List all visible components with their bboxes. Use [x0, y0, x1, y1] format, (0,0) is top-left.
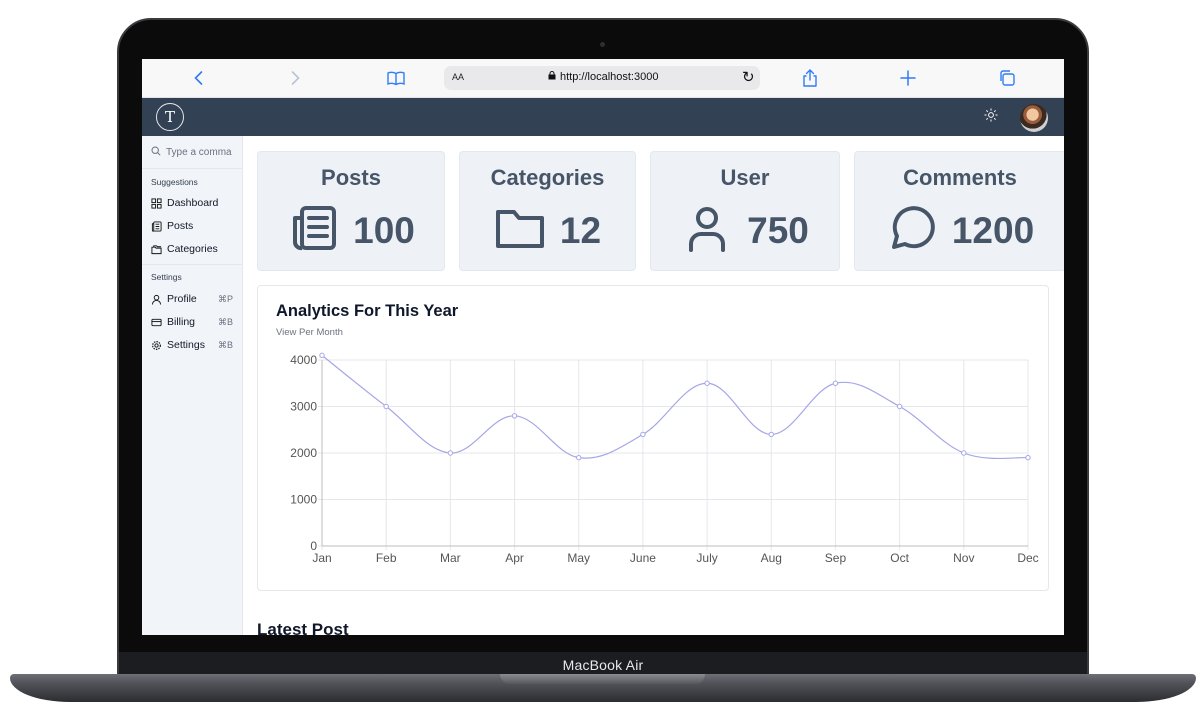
latest-post-heading: Latest Post — [257, 620, 349, 635]
x-tick-label: Feb — [376, 551, 397, 565]
stat-card-posts[interactable]: Posts 100 — [257, 151, 445, 271]
sidebar-item-billing[interactable]: Billing ⌘B — [151, 314, 239, 330]
command-search[interactable]: Type a comma — [142, 136, 242, 169]
views-line-chart: 01000200030004000Jan Feb Mar Apr May June July… — [290, 352, 1039, 565]
data-point — [896, 403, 903, 410]
url-display: http://localhost:3000 — [548, 71, 658, 83]
credit-card-icon — [151, 317, 162, 328]
stat-value: 100 — [353, 209, 415, 251]
book-icon[interactable] — [385, 67, 407, 89]
settings-heading: Settings — [151, 272, 182, 282]
user-icon — [151, 294, 162, 305]
shortcut-hint: ⌘B — [217, 339, 233, 350]
device-frame: AA http://localhost:3000 ↻ T Type a comm… — [0, 0, 1202, 705]
x-tick-label: Jan — [312, 551, 331, 565]
stat-card-user[interactable]: User 750 — [650, 151, 840, 271]
y-tick-label: 3000 — [290, 400, 317, 414]
data-point — [319, 352, 325, 359]
user-icon — [681, 202, 733, 259]
sidebar-item-profile[interactable]: Profile ⌘P — [151, 291, 239, 307]
app-logo[interactable]: T — [156, 103, 184, 131]
data-point — [768, 431, 774, 438]
sidebar-divider — [142, 264, 242, 265]
x-tick-label: Oct — [890, 551, 909, 565]
back-icon[interactable] — [188, 67, 210, 89]
sidebar-item-dashboard[interactable]: Dashboard — [151, 195, 239, 211]
data-point — [447, 450, 454, 456]
reload-icon[interactable]: ↻ — [742, 68, 755, 86]
sidebar-item-categories[interactable]: Categories — [151, 241, 239, 257]
y-tick-label: 2000 — [290, 446, 317, 460]
forward-icon[interactable] — [284, 67, 306, 89]
sidebar-item-label: Billing — [167, 316, 196, 328]
search-icon — [151, 145, 161, 159]
stat-value: 1200 — [951, 209, 1035, 251]
y-tick-label: 1000 — [290, 493, 317, 507]
screen: AA http://localhost:3000 ↻ T Type a comm… — [142, 59, 1064, 635]
url-bar[interactable]: AA http://localhost:3000 ↻ — [444, 66, 760, 90]
data-point — [576, 454, 582, 461]
reader-aa-button[interactable]: AA — [452, 72, 464, 82]
sidebar-item-label: Settings — [167, 339, 205, 351]
data-point — [1025, 454, 1031, 461]
x-tick-label: July — [696, 551, 717, 565]
sidebar-item-label: Posts — [167, 220, 194, 232]
url-text: http://localhost:3000 — [560, 71, 659, 83]
share-icon[interactable] — [799, 67, 821, 89]
x-tick-label: Dec — [1017, 551, 1038, 565]
stat-value: 750 — [747, 209, 809, 251]
data-point — [511, 413, 518, 419]
x-tick-label: May — [567, 551, 590, 565]
y-tick-label: 4000 — [290, 353, 317, 367]
gear-icon — [151, 340, 162, 351]
x-tick-label: Nov — [953, 551, 974, 565]
user-avatar[interactable] — [1020, 104, 1048, 132]
device-label: MacBook Air — [562, 657, 644, 673]
stat-title: Comments — [903, 165, 1017, 190]
suggestions-heading: Suggestions — [151, 177, 198, 187]
shortcut-hint: ⌘B — [217, 316, 233, 327]
sidebar-item-settings[interactable]: Settings ⌘B — [151, 337, 239, 353]
x-tick-label: Mar — [440, 551, 461, 565]
data-point — [832, 380, 839, 386]
stat-title: Categories — [490, 165, 605, 190]
data-point — [704, 380, 710, 386]
main-content: Posts 100 Categories 12 User 750 Comment… — [243, 136, 1064, 635]
sidebar-item-posts[interactable]: Posts — [151, 218, 239, 234]
x-tick-label: Apr — [505, 551, 524, 565]
folders-icon — [151, 244, 162, 255]
tabs-icon[interactable] — [996, 67, 1018, 89]
browser-toolbar: AA http://localhost:3000 ↻ — [142, 59, 1064, 98]
data-point — [383, 403, 389, 410]
stat-card-categories[interactable]: Categories 12 — [459, 151, 636, 271]
stat-card-comments[interactable]: Comments 1200 — [854, 151, 1064, 271]
laptop-notch — [500, 674, 705, 684]
message-circle-icon — [886, 202, 938, 259]
sidebar-item-label: Dashboard — [167, 197, 219, 209]
data-point — [640, 431, 646, 438]
stat-value: 12 — [559, 209, 602, 251]
stat-title: User — [720, 165, 770, 190]
app-header: T — [142, 98, 1064, 136]
x-tick-label: June — [630, 551, 656, 565]
camera — [600, 42, 605, 47]
search-input-placeholder: Type a comma — [166, 146, 232, 158]
lock-icon — [548, 71, 556, 83]
newspaper-icon — [287, 202, 339, 259]
sun-icon[interactable] — [984, 108, 998, 126]
stat-title: Posts — [321, 165, 381, 190]
x-tick-label: Sep — [825, 551, 847, 565]
newspaper-icon — [151, 220, 162, 232]
sidebar: Type a comma Suggestions Dashboard Posts — [142, 136, 243, 635]
shortcut-hint: ⌘P — [217, 293, 233, 304]
data-point — [961, 450, 967, 456]
plus-icon[interactable] — [897, 67, 919, 89]
dashboard-icon — [151, 197, 162, 209]
sidebar-item-label: Categories — [167, 243, 218, 255]
folder-icon — [494, 202, 546, 259]
analytics-card: Analytics For This Year View Per Month 0… — [257, 285, 1049, 591]
sidebar-item-label: Profile — [167, 293, 197, 305]
x-tick-label: Aug — [761, 551, 782, 565]
